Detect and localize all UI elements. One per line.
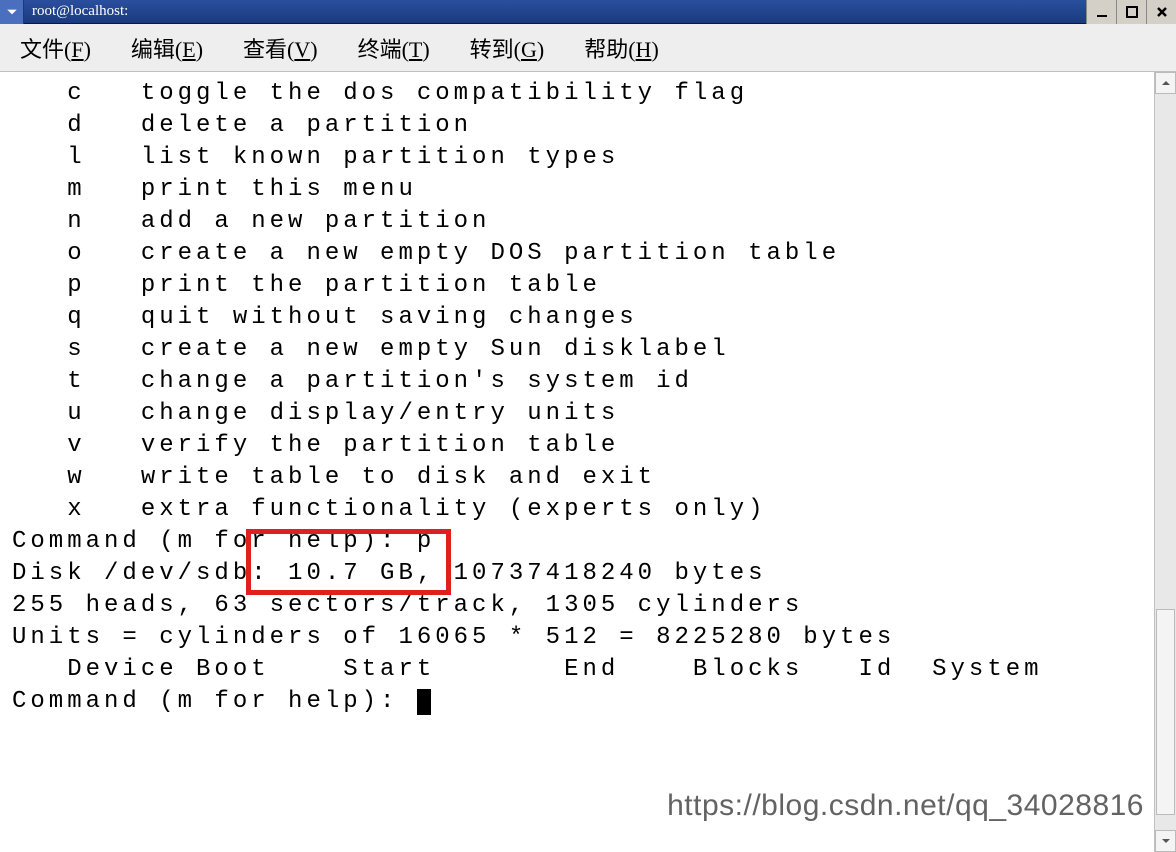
scroll-track[interactable] xyxy=(1155,94,1176,830)
terminal-line: v verify the partition table xyxy=(12,430,1142,462)
terminal-line: s create a new empty Sun disklabel xyxy=(12,334,1142,366)
terminal-line: u change display/entry units xyxy=(12,398,1142,430)
terminal-line: t change a partition's system id xyxy=(12,366,1142,398)
watermark-text: https://blog.csdn.net/qq_34028816 xyxy=(667,790,1144,822)
scroll-down-button[interactable] xyxy=(1155,830,1176,852)
terminal-line: w write table to disk and exit xyxy=(12,462,1142,494)
terminal-line: Disk /dev/sdb: 10.7 GB, 10737418240 byte… xyxy=(12,558,1142,590)
window-menu-dropdown[interactable] xyxy=(0,0,24,24)
terminal-line: d delete a partition xyxy=(12,110,1142,142)
vertical-scrollbar[interactable] xyxy=(1154,72,1176,852)
minimize-button[interactable] xyxy=(1086,0,1116,24)
scroll-up-button[interactable] xyxy=(1155,72,1176,94)
menu-view[interactable]: 查看(V) xyxy=(243,32,318,64)
terminal-line: p print the partition table xyxy=(12,270,1142,302)
menubar: 文件(F) 编辑(E) 查看(V) 终端(T) 转到(G) 帮助(H) xyxy=(0,24,1176,72)
window-controls xyxy=(1086,0,1176,23)
menu-file[interactable]: 文件(F) xyxy=(20,32,91,64)
scroll-thumb[interactable] xyxy=(1156,609,1175,815)
window-titlebar: root@localhost: xyxy=(0,0,1176,24)
terminal-prompt-line: Command (m for help): xyxy=(12,686,1142,718)
menu-edit[interactable]: 编辑(E) xyxy=(131,32,203,64)
terminal-line: m print this menu xyxy=(12,174,1142,206)
menu-go[interactable]: 转到(G) xyxy=(470,32,545,64)
cursor xyxy=(417,689,431,715)
terminal-output[interactable]: c toggle the dos compatibility flag d de… xyxy=(0,72,1154,852)
terminal-line: c toggle the dos compatibility flag xyxy=(12,78,1142,110)
terminal-line: 255 heads, 63 sectors/track, 1305 cylind… xyxy=(12,590,1142,622)
close-button[interactable] xyxy=(1146,0,1176,24)
terminal-line: l list known partition types xyxy=(12,142,1142,174)
terminal-line: x extra functionality (experts only) xyxy=(12,494,1142,526)
terminal-line: Device Boot Start End Blocks Id System xyxy=(12,654,1142,686)
menu-terminal[interactable]: 终端(T) xyxy=(358,32,430,64)
terminal-line: q quit without saving changes xyxy=(12,302,1142,334)
window-title: root@localhost: xyxy=(24,3,1086,20)
terminal-line: Units = cylinders of 16065 * 512 = 82252… xyxy=(12,622,1142,654)
maximize-button[interactable] xyxy=(1116,0,1146,24)
terminal-line: o create a new empty DOS partition table xyxy=(12,238,1142,270)
menu-help[interactable]: 帮助(H) xyxy=(584,32,659,64)
terminal-line: n add a new partition xyxy=(12,206,1142,238)
terminal-line: Command (m for help): p xyxy=(12,526,1142,558)
